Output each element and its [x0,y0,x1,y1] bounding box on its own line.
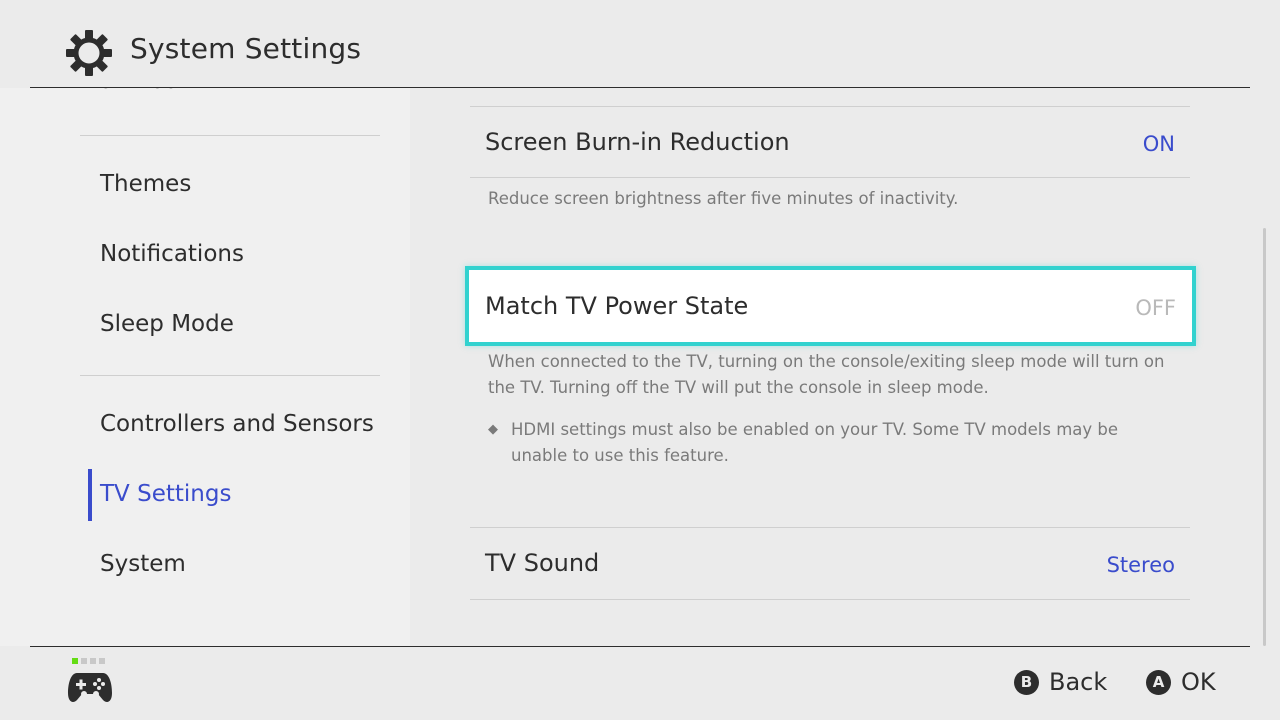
screen-burn-in-reduction-value[interactable]: ON [1143,132,1175,156]
settings-panel: Screen Burn-in Reduction ON Reduce scree… [410,88,1280,646]
back-button[interactable]: B Back [1014,668,1107,696]
sidebar-item-tv-settings[interactable]: TV Settings [100,481,231,507]
tv-sound-value[interactable]: Stereo [1107,553,1175,577]
row-divider [470,599,1190,600]
header: System Settings [0,0,1280,88]
page-title: System Settings [130,32,362,65]
sidebar-divider [80,375,380,376]
sidebar-item-amiibo[interactable]: amiibo [100,88,178,94]
b-button-icon: B [1014,669,1039,695]
row-divider [470,177,1190,178]
controller-player-indicator [72,658,105,664]
ok-button[interactable]: A OK [1146,668,1216,696]
sidebar-item-controllers-and-sensors[interactable]: Controllers and Sensors [100,411,374,437]
ok-label: OK [1181,668,1216,696]
gear-icon [66,30,112,76]
screen-burn-in-reduction-label[interactable]: Screen Burn-in Reduction [485,128,790,156]
sidebar-item-system[interactable]: System [100,551,186,577]
sidebar-divider [80,135,380,136]
match-tv-power-state-row[interactable]: Match TV Power State OFF [465,266,1196,346]
screen-burn-in-description: Reduce screen brightness after five minu… [488,189,959,208]
row-divider [470,527,1190,528]
hdmi-note: ◆ HDMI settings must also be enabled on … [488,417,1178,469]
tv-sound-label[interactable]: TV Sound [485,549,599,577]
header-divider [30,87,1250,88]
match-tv-power-state-label: Match TV Power State [485,292,749,320]
diamond-bullet-icon: ◆ [488,422,498,437]
active-indicator [88,469,92,521]
row-divider [470,106,1190,107]
sidebar-item-themes[interactable]: Themes [100,171,191,197]
footer-divider [30,646,1250,647]
hdmi-note-text: HDMI settings must also be enabled on yo… [511,420,1119,465]
controller-icon [68,673,112,702]
scrollbar[interactable] [1263,228,1266,646]
match-tv-power-state-value: OFF [1135,296,1176,320]
back-label: Back [1049,668,1108,696]
sidebar-item-notifications[interactable]: Notifications [100,241,244,267]
sidebar: amiibo Themes Notifications Sleep Mode C… [0,88,410,646]
match-tv-power-state-description: When connected to the TV, turning on the… [488,352,1165,397]
sidebar-item-sleep-mode[interactable]: Sleep Mode [100,311,234,337]
a-button-icon: A [1146,669,1171,695]
